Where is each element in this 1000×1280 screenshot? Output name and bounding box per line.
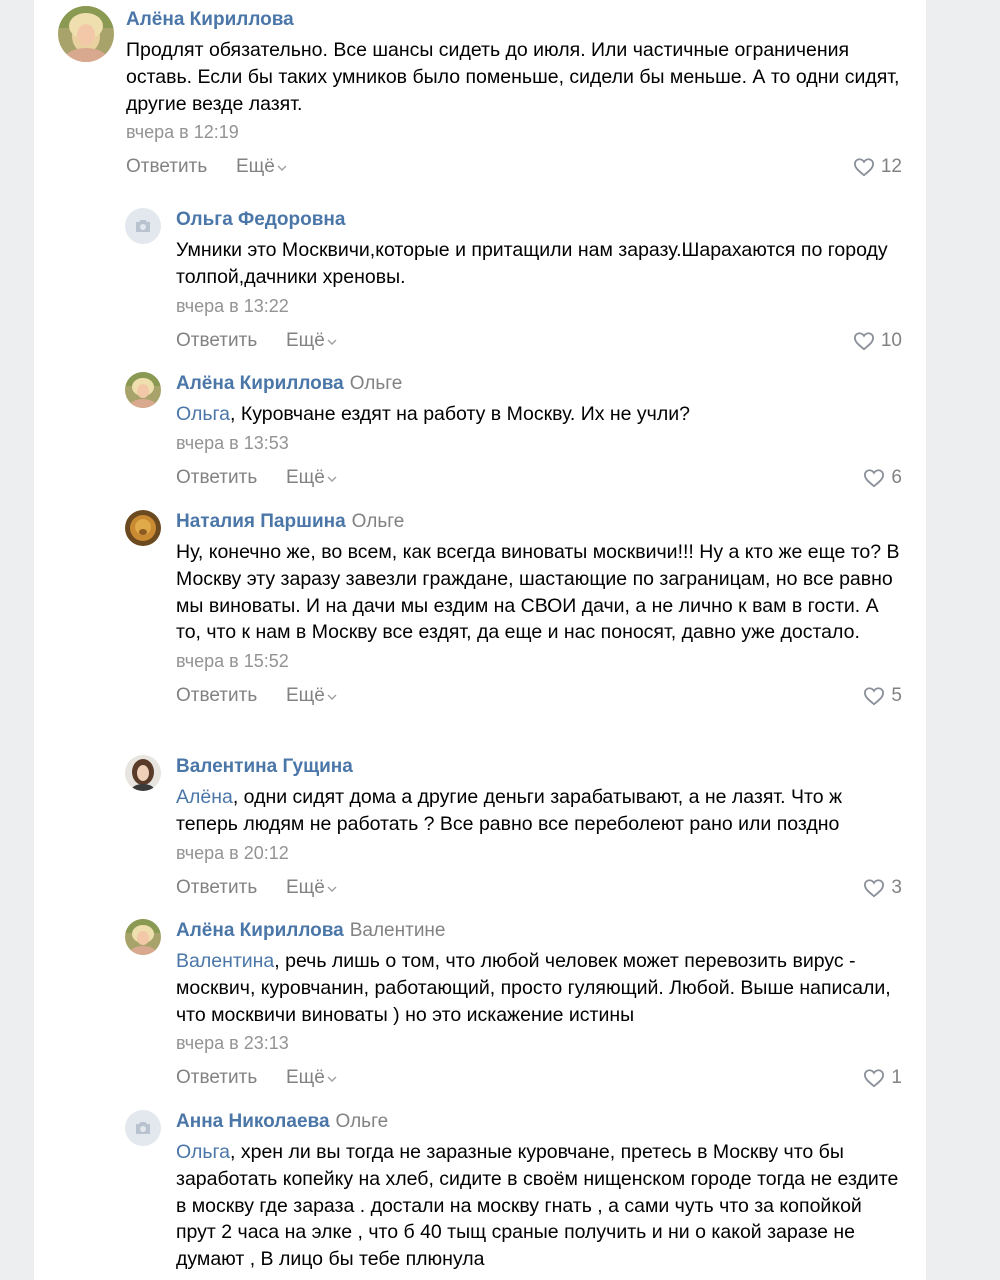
like-count: 1 bbox=[891, 1067, 902, 1089]
comment-text: Умники это Москвичи,которые и притащили … bbox=[176, 239, 888, 288]
like-button[interactable]: 12 bbox=[853, 152, 902, 182]
camera-icon bbox=[136, 1122, 150, 1134]
comment-actions: Ответить Ещё 1 bbox=[176, 1063, 902, 1093]
like-button[interactable]: 1 bbox=[863, 1063, 902, 1093]
heart-outline-icon bbox=[853, 331, 874, 350]
author-name[interactable]: Валентина Гущина bbox=[176, 756, 353, 777]
comment-text: Продлят обязательно. Все шансы сидеть до… bbox=[126, 39, 900, 115]
heart-outline-icon bbox=[864, 469, 885, 488]
chevron-down-icon bbox=[327, 326, 337, 356]
comment-date[interactable]: вчера в 20:12 bbox=[176, 841, 902, 865]
author-name[interactable]: Алёна Кириллова bbox=[126, 9, 294, 30]
more-button[interactable]: Ещё bbox=[286, 326, 337, 356]
comment-text: Валентина, речь лишь о том, что любой че… bbox=[176, 950, 891, 1026]
comment-text: Алёна, одни сидят дома а другие деньги з… bbox=[176, 786, 842, 835]
avatar[interactable] bbox=[125, 755, 161, 791]
like-button[interactable]: 3 bbox=[863, 873, 902, 903]
avatar[interactable] bbox=[125, 510, 161, 546]
comment-text: Ольга, хрен ли вы тогда не заразные куро… bbox=[176, 1141, 899, 1271]
reply-to-label[interactable]: Ольге bbox=[336, 1111, 389, 1132]
like-count: 3 bbox=[891, 876, 902, 898]
comment-text: Ольга, Куровчане ездят на работу в Москв… bbox=[176, 403, 690, 425]
avatar[interactable] bbox=[125, 1110, 161, 1146]
comment-date[interactable]: вчера в 13:22 bbox=[176, 294, 902, 318]
mention-link[interactable]: Ольга bbox=[176, 403, 230, 425]
mention-link[interactable]: Ольга bbox=[176, 1141, 230, 1163]
comment-actions: Ответить Ещё 5 bbox=[176, 681, 902, 711]
author-name[interactable]: Алёна Кириллова bbox=[176, 920, 344, 941]
chevron-down-icon bbox=[327, 681, 337, 711]
chevron-down-icon bbox=[327, 463, 337, 493]
comment-text: Ну, конечно же, во всем, как всегда вино… bbox=[176, 541, 900, 644]
chevron-down-icon bbox=[327, 1063, 337, 1093]
comment-actions: Ответить Ещё 6 bbox=[176, 463, 902, 493]
reply-to-label[interactable]: Ольге bbox=[352, 511, 405, 532]
reply-button[interactable]: Ответить bbox=[176, 326, 257, 356]
comments-panel: Алёна Кириллова Продлят обязательно. Все… bbox=[34, 0, 926, 1280]
more-button[interactable]: Ещё bbox=[286, 873, 337, 903]
like-count: 6 bbox=[891, 466, 902, 488]
reply-button[interactable]: Ответить bbox=[176, 1063, 257, 1093]
more-button[interactable]: Ещё bbox=[286, 681, 337, 711]
heart-outline-icon bbox=[864, 687, 885, 706]
author-name[interactable]: Анна Николаева bbox=[176, 1111, 330, 1132]
avatar[interactable] bbox=[125, 919, 161, 955]
author-name[interactable]: Ольга Федоровна bbox=[176, 209, 345, 230]
avatar[interactable] bbox=[58, 6, 114, 62]
reply-to-label[interactable]: Валентине bbox=[350, 920, 446, 941]
like-count: 12 bbox=[880, 156, 902, 178]
reply-button[interactable]: Ответить bbox=[176, 681, 257, 711]
like-button[interactable]: 5 bbox=[863, 681, 902, 711]
camera-icon bbox=[136, 220, 150, 232]
like-count: 5 bbox=[891, 685, 902, 707]
like-count: 10 bbox=[880, 329, 902, 351]
comment-date[interactable]: вчера в 13:53 bbox=[176, 431, 902, 455]
heart-outline-icon bbox=[864, 878, 885, 897]
heart-outline-icon bbox=[864, 1069, 885, 1088]
more-button[interactable]: Ещё bbox=[236, 152, 287, 182]
reply-button[interactable]: Ответить bbox=[176, 873, 257, 903]
reply-button[interactable]: Ответить bbox=[176, 463, 257, 493]
like-button[interactable]: 6 bbox=[863, 463, 902, 493]
comment-date[interactable]: вчера в 12:19 bbox=[126, 120, 902, 144]
more-button[interactable]: Ещё bbox=[286, 1063, 337, 1093]
reply-to-label[interactable]: Ольге bbox=[350, 373, 403, 394]
comment-date[interactable]: вчера в 15:52 bbox=[176, 649, 902, 673]
more-button[interactable]: Ещё bbox=[286, 463, 337, 493]
heart-outline-icon bbox=[853, 158, 874, 177]
mention-link[interactable]: Валентина bbox=[176, 950, 274, 972]
chevron-down-icon bbox=[327, 873, 337, 903]
reply-button[interactable]: Ответить bbox=[126, 152, 207, 182]
comment-date[interactable]: вчера в 23:13 bbox=[176, 1031, 902, 1055]
comment-actions: Ответить Ещё 3 bbox=[176, 873, 902, 903]
chevron-down-icon bbox=[277, 152, 287, 182]
author-name[interactable]: Наталия Паршина bbox=[176, 511, 346, 532]
mention-link[interactable]: Алёна bbox=[176, 786, 233, 808]
avatar[interactable] bbox=[125, 372, 161, 408]
comment-actions: Ответить Ещё 12 bbox=[126, 152, 902, 182]
comment-actions: Ответить Ещё 10 bbox=[176, 326, 902, 356]
like-button[interactable]: 10 bbox=[853, 326, 902, 356]
author-name[interactable]: Алёна Кириллова bbox=[176, 373, 344, 394]
avatar[interactable] bbox=[125, 208, 161, 244]
